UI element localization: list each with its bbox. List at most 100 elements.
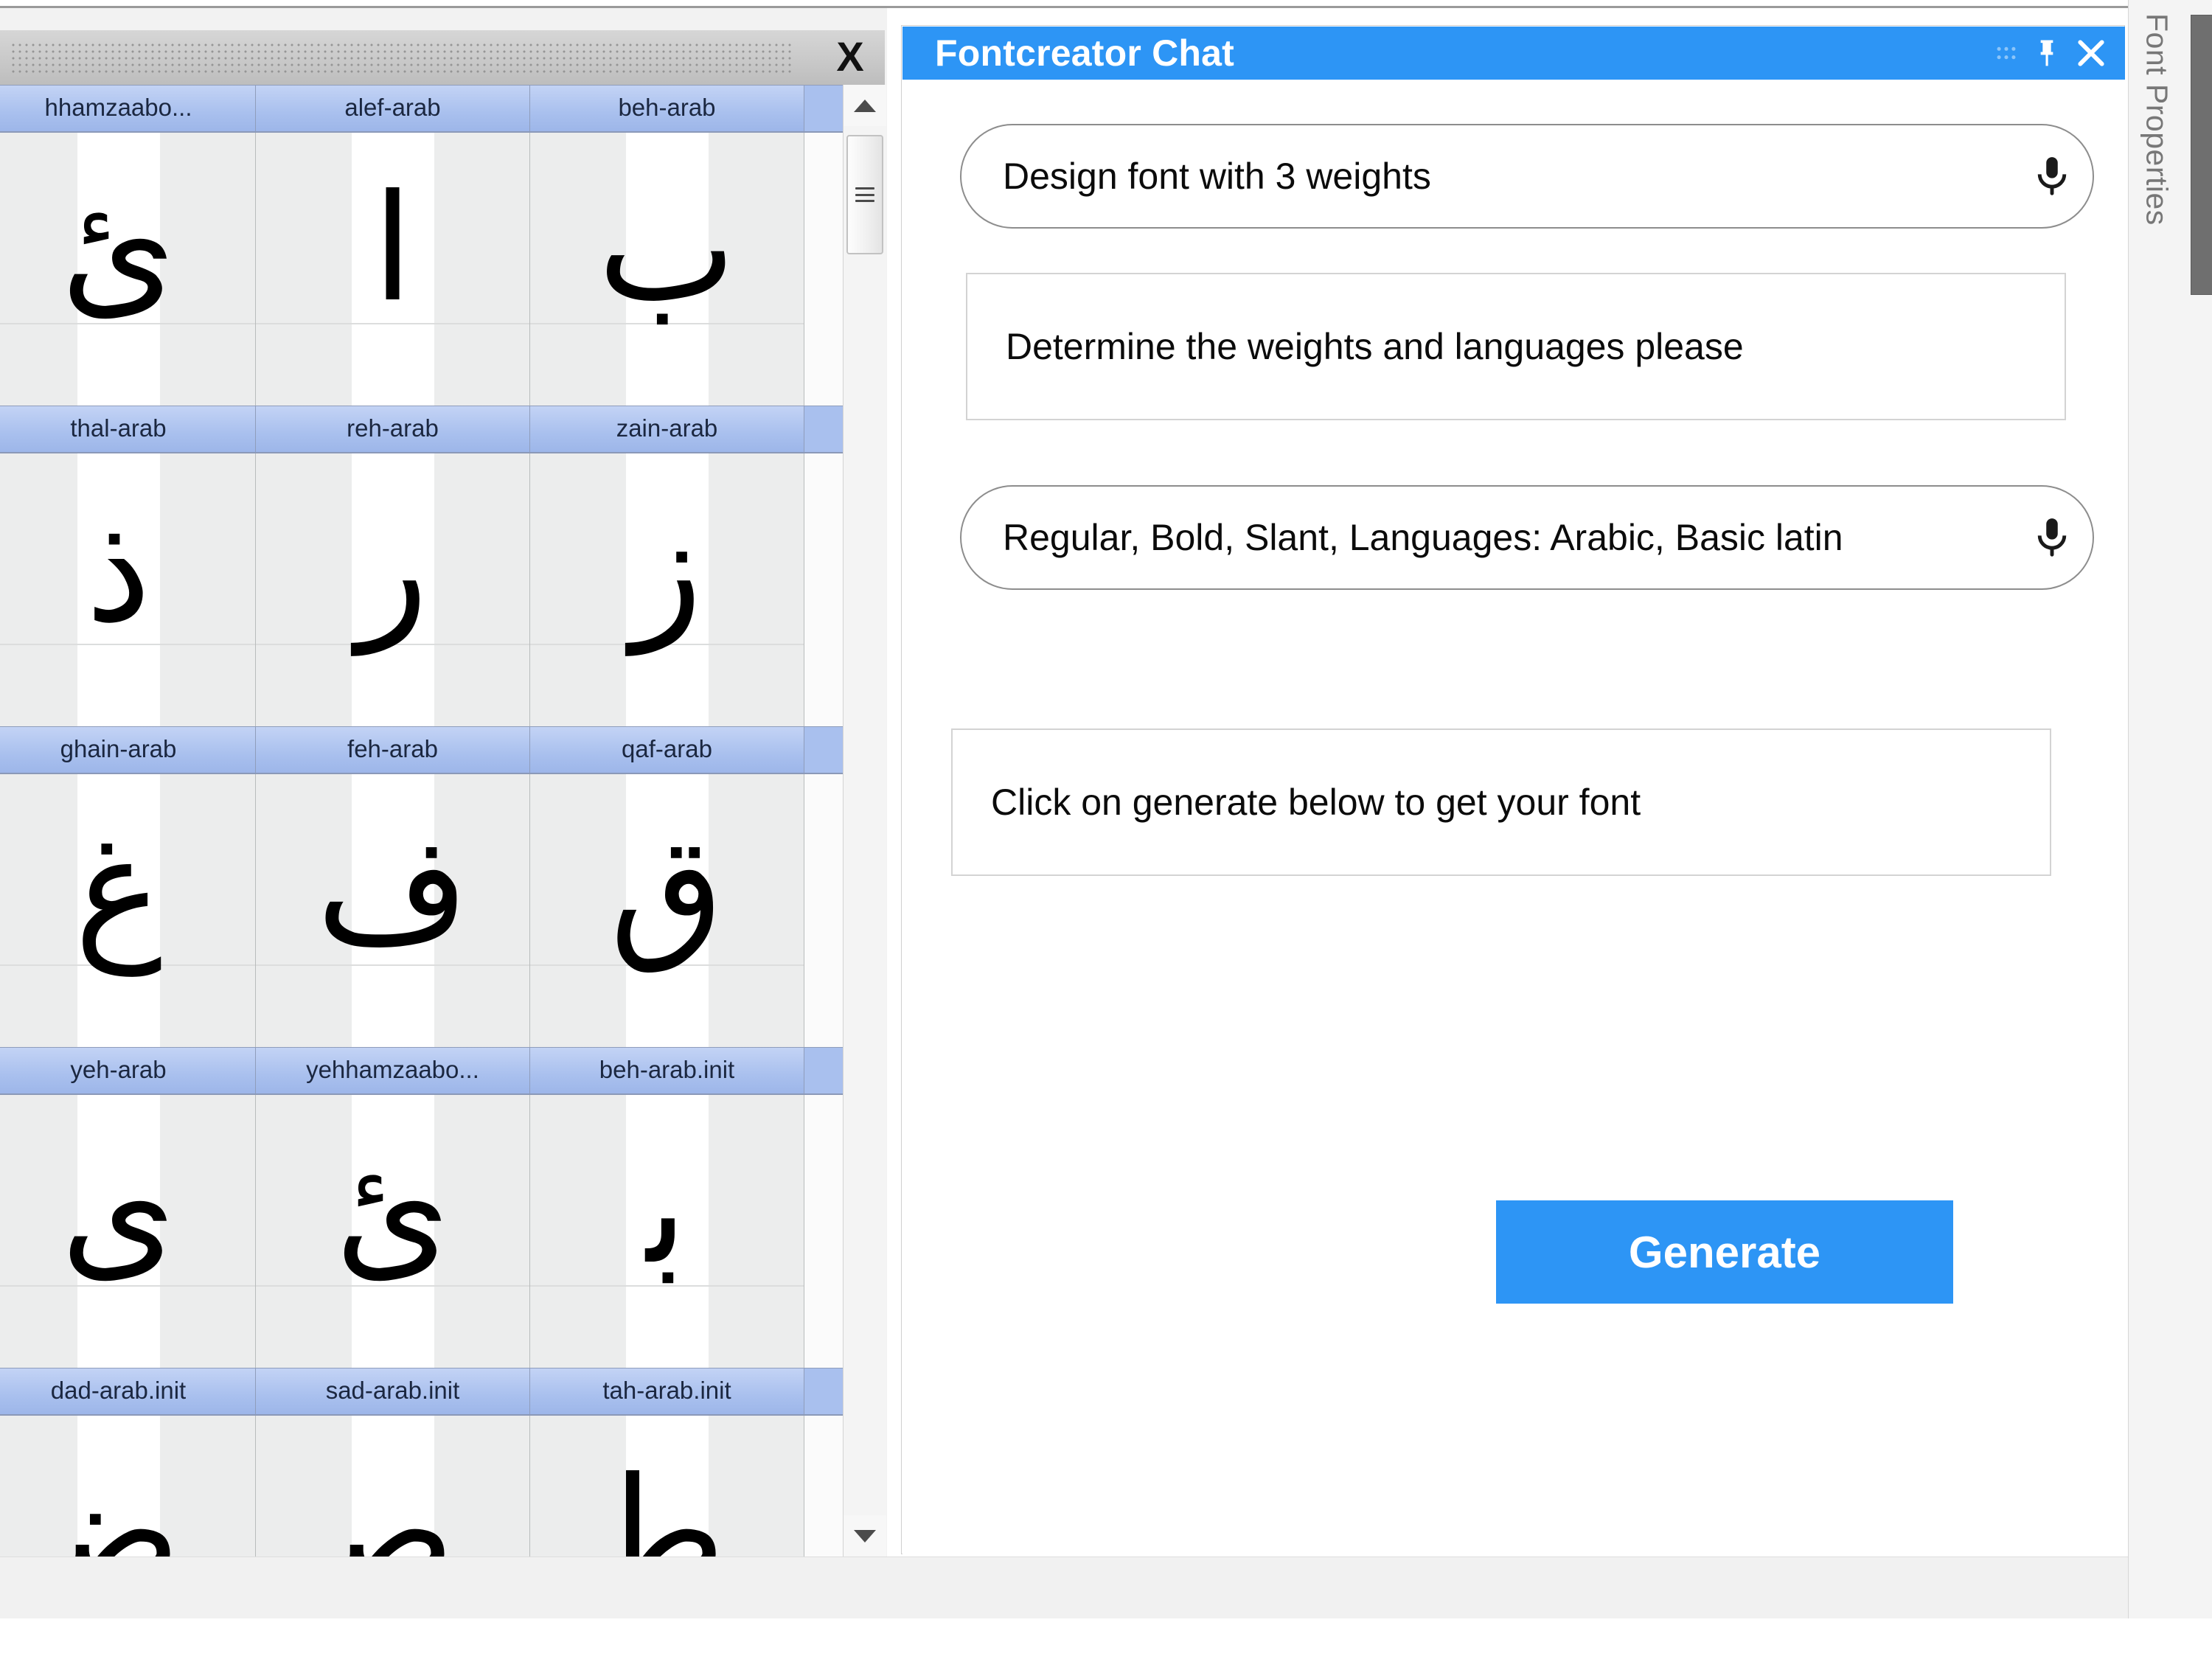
- chat-response-text: Determine the weights and languages plea…: [1006, 326, 1744, 367]
- glyph-preview: ر: [357, 484, 428, 655]
- glyph-preview: ئ: [335, 1125, 451, 1297]
- glyph-row-cells: ئ ا ب: [0, 133, 843, 406]
- glyph-name-label[interactable]: yehhamzaabo...: [256, 1048, 530, 1093]
- chat-titlebar[interactable]: Fontcreator Chat: [902, 27, 2125, 80]
- glyph-cell[interactable]: ا: [256, 133, 530, 406]
- scroll-up-button[interactable]: [844, 85, 886, 126]
- glyph-preview: ز: [631, 484, 703, 655]
- glyph-preview: ا: [372, 163, 414, 335]
- glyph-name-label[interactable]: beh-arab: [530, 86, 804, 131]
- glyph-cell[interactable]: ﺑ: [530, 1095, 804, 1368]
- glyph-row-labels: dad-arab.init sad-arab.init tah-arab.ini…: [0, 1368, 843, 1416]
- glyph-preview: ق: [609, 804, 725, 976]
- glyph-name-label[interactable]: beh-arab.init: [530, 1048, 804, 1093]
- glyph-preview: ف: [316, 804, 470, 976]
- glyph-row-labels: hhamzaabo... alef-arab beh-arab: [0, 85, 843, 133]
- right-rail-scrollbar[interactable]: [2191, 15, 2212, 295]
- glyph-preview: ئ: [60, 163, 176, 335]
- glyph-row-cells: ذ ر ز: [0, 453, 843, 726]
- scrollbar-grip-icon: [855, 187, 874, 202]
- fontcreator-chat-window: Fontcreator Chat Design font with 3 weig…: [901, 25, 2125, 1554]
- glyph-cell[interactable]: ﺻ: [256, 1416, 530, 1557]
- glyph-row-labels: thal-arab reh-arab zain-arab: [0, 406, 843, 453]
- scrollbar-thumb[interactable]: [846, 135, 883, 254]
- glyph-cell[interactable]: غ: [0, 774, 256, 1047]
- glyph-row-labels: yeh-arab yehhamzaabo... beh-arab.init: [0, 1047, 843, 1095]
- generate-button[interactable]: Generate: [1496, 1200, 1953, 1304]
- glyph-name-label[interactable]: dad-arab.init: [0, 1368, 256, 1414]
- glyph-preview: ب: [597, 163, 737, 335]
- glyph-name-label[interactable]: tah-arab.init: [530, 1368, 804, 1414]
- glyph-cell[interactable]: ى: [0, 1095, 256, 1368]
- window-top-divider: [0, 0, 2212, 8]
- chat-response-2: Click on generate below to get your font: [951, 728, 2051, 876]
- pin-icon[interactable]: [2032, 37, 2062, 69]
- panel-drag-handle[interactable]: [12, 44, 793, 73]
- chat-response-text: Click on generate below to get your font: [991, 782, 1641, 823]
- glyph-cell[interactable]: ب: [530, 133, 804, 406]
- glyph-row-cells: ﺿ ﺻ ﻃ: [0, 1416, 843, 1557]
- microphone-icon[interactable]: [2011, 497, 2093, 578]
- close-icon[interactable]: [2075, 37, 2107, 69]
- chat-input-1[interactable]: Design font with 3 weights: [961, 155, 2011, 198]
- glyph-preview: ى: [60, 1125, 176, 1297]
- window-bottom-edge: [0, 1618, 2212, 1659]
- menu-dots-icon[interactable]: [1994, 41, 2019, 66]
- page-title: Fontcreator Chat: [935, 32, 1235, 74]
- glyph-row-cells: ى ئ ﺑ: [0, 1095, 843, 1368]
- glyph-overview-panel: X hhamzaabo... alef-arab beh-arab ئ ا ب: [0, 8, 887, 1557]
- glyph-name-label[interactable]: qaf-arab: [530, 727, 804, 773]
- glyph-name-label[interactable]: reh-arab: [256, 406, 530, 452]
- glyph-panel-titlebar[interactable]: X: [0, 30, 885, 86]
- glyph-name-label[interactable]: feh-arab: [256, 727, 530, 773]
- glyph-cell[interactable]: ر: [256, 453, 530, 726]
- glyph-name-label[interactable]: ghain-arab: [0, 727, 256, 773]
- tab-font-properties-label: Font Properties: [2140, 13, 2174, 226]
- scroll-down-button[interactable]: [844, 1515, 886, 1557]
- glyph-row: hhamzaabo... alef-arab beh-arab ئ ا ب: [0, 85, 843, 406]
- glyph-name-label[interactable]: sad-arab.init: [256, 1368, 530, 1414]
- glyph-cell[interactable]: ز: [530, 453, 804, 726]
- bottom-status-strip: [0, 1557, 2128, 1619]
- glyph-preview: ﺻ: [330, 1446, 456, 1557]
- glyph-row: yeh-arab yehhamzaabo... beh-arab.init ى …: [0, 1047, 843, 1368]
- titlebar-actions: [1994, 37, 2125, 69]
- glyph-name-label[interactable]: zain-arab: [530, 406, 804, 452]
- close-icon[interactable]: X: [827, 33, 873, 80]
- glyph-grid: hhamzaabo... alef-arab beh-arab ئ ا ب th…: [0, 85, 843, 1557]
- glyph-cell[interactable]: ف: [256, 774, 530, 1047]
- glyph-preview: ﻃ: [608, 1446, 726, 1557]
- glyph-row-labels: ghain-arab feh-arab qaf-arab: [0, 726, 843, 774]
- microphone-icon[interactable]: [2011, 136, 2093, 217]
- right-dock-rail: Font Properties: [2128, 0, 2212, 1659]
- glyph-grid-viewport[interactable]: hhamzaabo... alef-arab beh-arab ئ ا ب th…: [0, 85, 844, 1557]
- glyph-cell[interactable]: ذ: [0, 453, 256, 726]
- glyph-name-label[interactable]: yeh-arab: [0, 1048, 256, 1093]
- glyph-name-label[interactable]: thal-arab: [0, 406, 256, 452]
- glyph-row: ghain-arab feh-arab qaf-arab غ ف ق: [0, 726, 843, 1047]
- chat-message-area: Design font with 3 weights Determine the…: [902, 80, 2125, 1554]
- glyph-cell[interactable]: ئ: [0, 133, 256, 406]
- glyph-row-cells: غ ف ق: [0, 774, 843, 1047]
- glyph-preview: ذ: [85, 484, 152, 655]
- glyph-preview: ﺑ: [646, 1125, 688, 1297]
- chevron-up-icon: [854, 99, 876, 112]
- glyph-preview: غ: [74, 804, 163, 976]
- glyph-preview: ﺿ: [55, 1446, 181, 1557]
- glyph-row: dad-arab.init sad-arab.init tah-arab.ini…: [0, 1368, 843, 1557]
- glyph-cell[interactable]: ئ: [256, 1095, 530, 1368]
- tab-font-properties[interactable]: Font Properties: [2133, 13, 2180, 323]
- chevron-down-icon: [854, 1529, 876, 1543]
- glyph-name-label[interactable]: alef-arab: [256, 86, 530, 131]
- glyph-name-label[interactable]: hhamzaabo...: [0, 86, 256, 131]
- glyph-cell[interactable]: ﻃ: [530, 1416, 804, 1557]
- glyph-cell[interactable]: ق: [530, 774, 804, 1047]
- chat-input-2[interactable]: Regular, Bold, Slant, Languages: Arabic,…: [961, 516, 2011, 559]
- chat-input-row-2[interactable]: Regular, Bold, Slant, Languages: Arabic,…: [960, 485, 2094, 590]
- glyph-cell[interactable]: ﺿ: [0, 1416, 256, 1557]
- glyph-row: thal-arab reh-arab zain-arab ذ ر ز: [0, 406, 843, 726]
- glyph-panel-scrollbar[interactable]: [843, 85, 886, 1557]
- application-window: X hhamzaabo... alef-arab beh-arab ئ ا ب: [0, 0, 2212, 1659]
- chat-response-1: Determine the weights and languages plea…: [966, 273, 2066, 420]
- chat-input-row-1[interactable]: Design font with 3 weights: [960, 124, 2094, 229]
